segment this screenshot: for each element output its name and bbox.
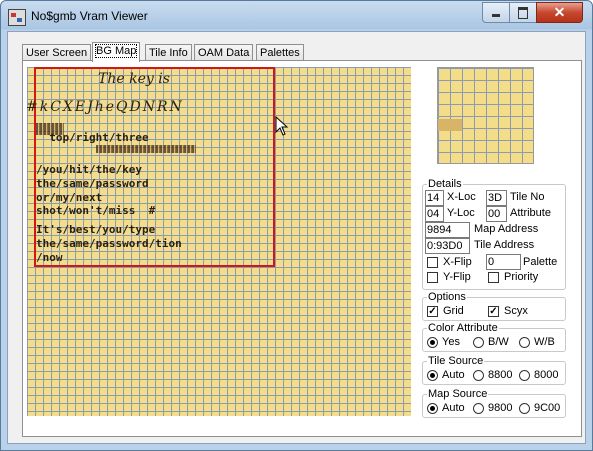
- map-source-9c00-label: 9C00: [534, 402, 561, 414]
- color-attribute-legend: Color Attribute: [428, 322, 498, 334]
- color-bw-label: B/W: [488, 336, 509, 348]
- tab-label: Palettes: [260, 47, 300, 59]
- map-address-field[interactable]: 9894: [425, 222, 470, 238]
- app-icon: [8, 9, 26, 26]
- color-yes-radio[interactable]: [427, 337, 438, 348]
- attribute-field[interactable]: 00: [486, 206, 507, 222]
- tile-source-auto-label: Auto: [442, 369, 465, 381]
- map-source-legend: Map Source: [428, 388, 488, 400]
- tile-preview: [437, 67, 534, 164]
- map-text-line: the/same/password: [36, 177, 149, 190]
- tab-palettes[interactable]: Palettes: [256, 44, 304, 61]
- tile-source-8800-radio[interactable]: [473, 370, 484, 381]
- palette-field[interactable]: 0: [486, 254, 521, 270]
- map-source-auto-radio[interactable]: [427, 403, 438, 414]
- close-icon: ✕: [553, 4, 566, 20]
- options-legend: Options: [428, 291, 466, 303]
- map-text-line: /you/hit/the/key: [36, 163, 142, 176]
- window-title: No$gmb Vram Viewer: [31, 9, 148, 23]
- map-text-line: #kCXEJheQDNRN: [27, 99, 184, 115]
- bg-map-view[interactable]: The key is #kCXEJheQDNRN top/right/three…: [27, 67, 412, 416]
- tab-label: User Screen: [26, 47, 88, 59]
- tab-label: OAM Data: [198, 47, 250, 59]
- tile-source-auto-radio[interactable]: [427, 370, 438, 381]
- mouse-cursor-icon: [275, 116, 289, 136]
- tile-source-8800-label: 8800: [488, 369, 513, 381]
- map-text-line: /now: [36, 251, 63, 264]
- close-button[interactable]: ✕: [536, 2, 583, 23]
- map-source-9800-radio[interactable]: [473, 403, 484, 414]
- scyx-label: Scyx: [504, 305, 528, 317]
- map-text-line: top/right/three: [36, 131, 149, 144]
- tile-address-label: Tile Address: [474, 239, 535, 251]
- priority-label: Priority: [504, 271, 539, 283]
- tile-highlight: [438, 119, 462, 131]
- tile-no-label: Tile No: [510, 191, 545, 203]
- tile-source-legend: Tile Source: [428, 355, 484, 367]
- tab-bg-map[interactable]: BG Map: [92, 42, 141, 62]
- tab-label: BG Map: [94, 44, 138, 58]
- attribute-label: Attribute: [510, 207, 551, 219]
- tile-noise: [96, 145, 196, 153]
- color-yes-label: Yes: [442, 336, 460, 348]
- map-source-9c00-radio[interactable]: [519, 403, 530, 414]
- tile-no-field[interactable]: 3D: [486, 190, 507, 206]
- map-source-auto-label: Auto: [442, 402, 465, 414]
- y-loc-field[interactable]: 04: [425, 206, 444, 222]
- x-flip-label: X-Flip: [443, 256, 472, 268]
- scyx-checkbox[interactable]: ✓: [488, 306, 499, 317]
- map-address-label: Map Address: [474, 223, 539, 235]
- x-flip-checkbox[interactable]: [427, 257, 438, 268]
- grid-checkbox[interactable]: ✓: [427, 306, 438, 317]
- vram-viewer-window: No$gmb Vram Viewer ✕ User Screen BG Map …: [0, 0, 593, 451]
- map-text-line: The key is: [98, 71, 170, 87]
- title-bar[interactable]: No$gmb Vram Viewer ✕: [1, 1, 592, 31]
- y-flip-label: Y-Flip: [443, 271, 471, 283]
- tile-source-8000-label: 8000: [534, 369, 559, 381]
- y-loc-label: Y-Loc: [447, 207, 475, 219]
- tab-tile-info[interactable]: Tile Info: [145, 44, 192, 61]
- tab-oam-data[interactable]: OAM Data: [194, 44, 254, 61]
- x-loc-label: X-Loc: [447, 191, 476, 203]
- map-text-line: or/my/next: [36, 191, 103, 204]
- map-text-line: shot/won't/miss #: [36, 204, 156, 217]
- maximize-button[interactable]: [509, 2, 537, 23]
- palette-label: Palette: [523, 256, 558, 268]
- color-wb-radio[interactable]: [519, 337, 530, 348]
- grid-label: Grid: [443, 305, 464, 317]
- priority-checkbox[interactable]: [488, 272, 499, 283]
- color-bw-radio[interactable]: [473, 337, 484, 348]
- x-loc-field[interactable]: 14: [425, 190, 444, 206]
- map-text-line: the/same/password/tion: [36, 237, 182, 250]
- map-text-line: It's/best/you/type: [36, 223, 156, 236]
- details-legend: Details: [428, 178, 462, 190]
- map-source-9800-label: 9800: [488, 402, 513, 414]
- color-wb-label: W/B: [534, 336, 555, 348]
- y-flip-checkbox[interactable]: [427, 272, 438, 283]
- tab-user-screen[interactable]: User Screen: [22, 44, 92, 61]
- minimize-button[interactable]: [482, 2, 510, 23]
- tile-address-field[interactable]: 0:93D0: [425, 238, 470, 254]
- tab-label: Tile Info: [149, 47, 188, 59]
- tile-source-8000-radio[interactable]: [519, 370, 530, 381]
